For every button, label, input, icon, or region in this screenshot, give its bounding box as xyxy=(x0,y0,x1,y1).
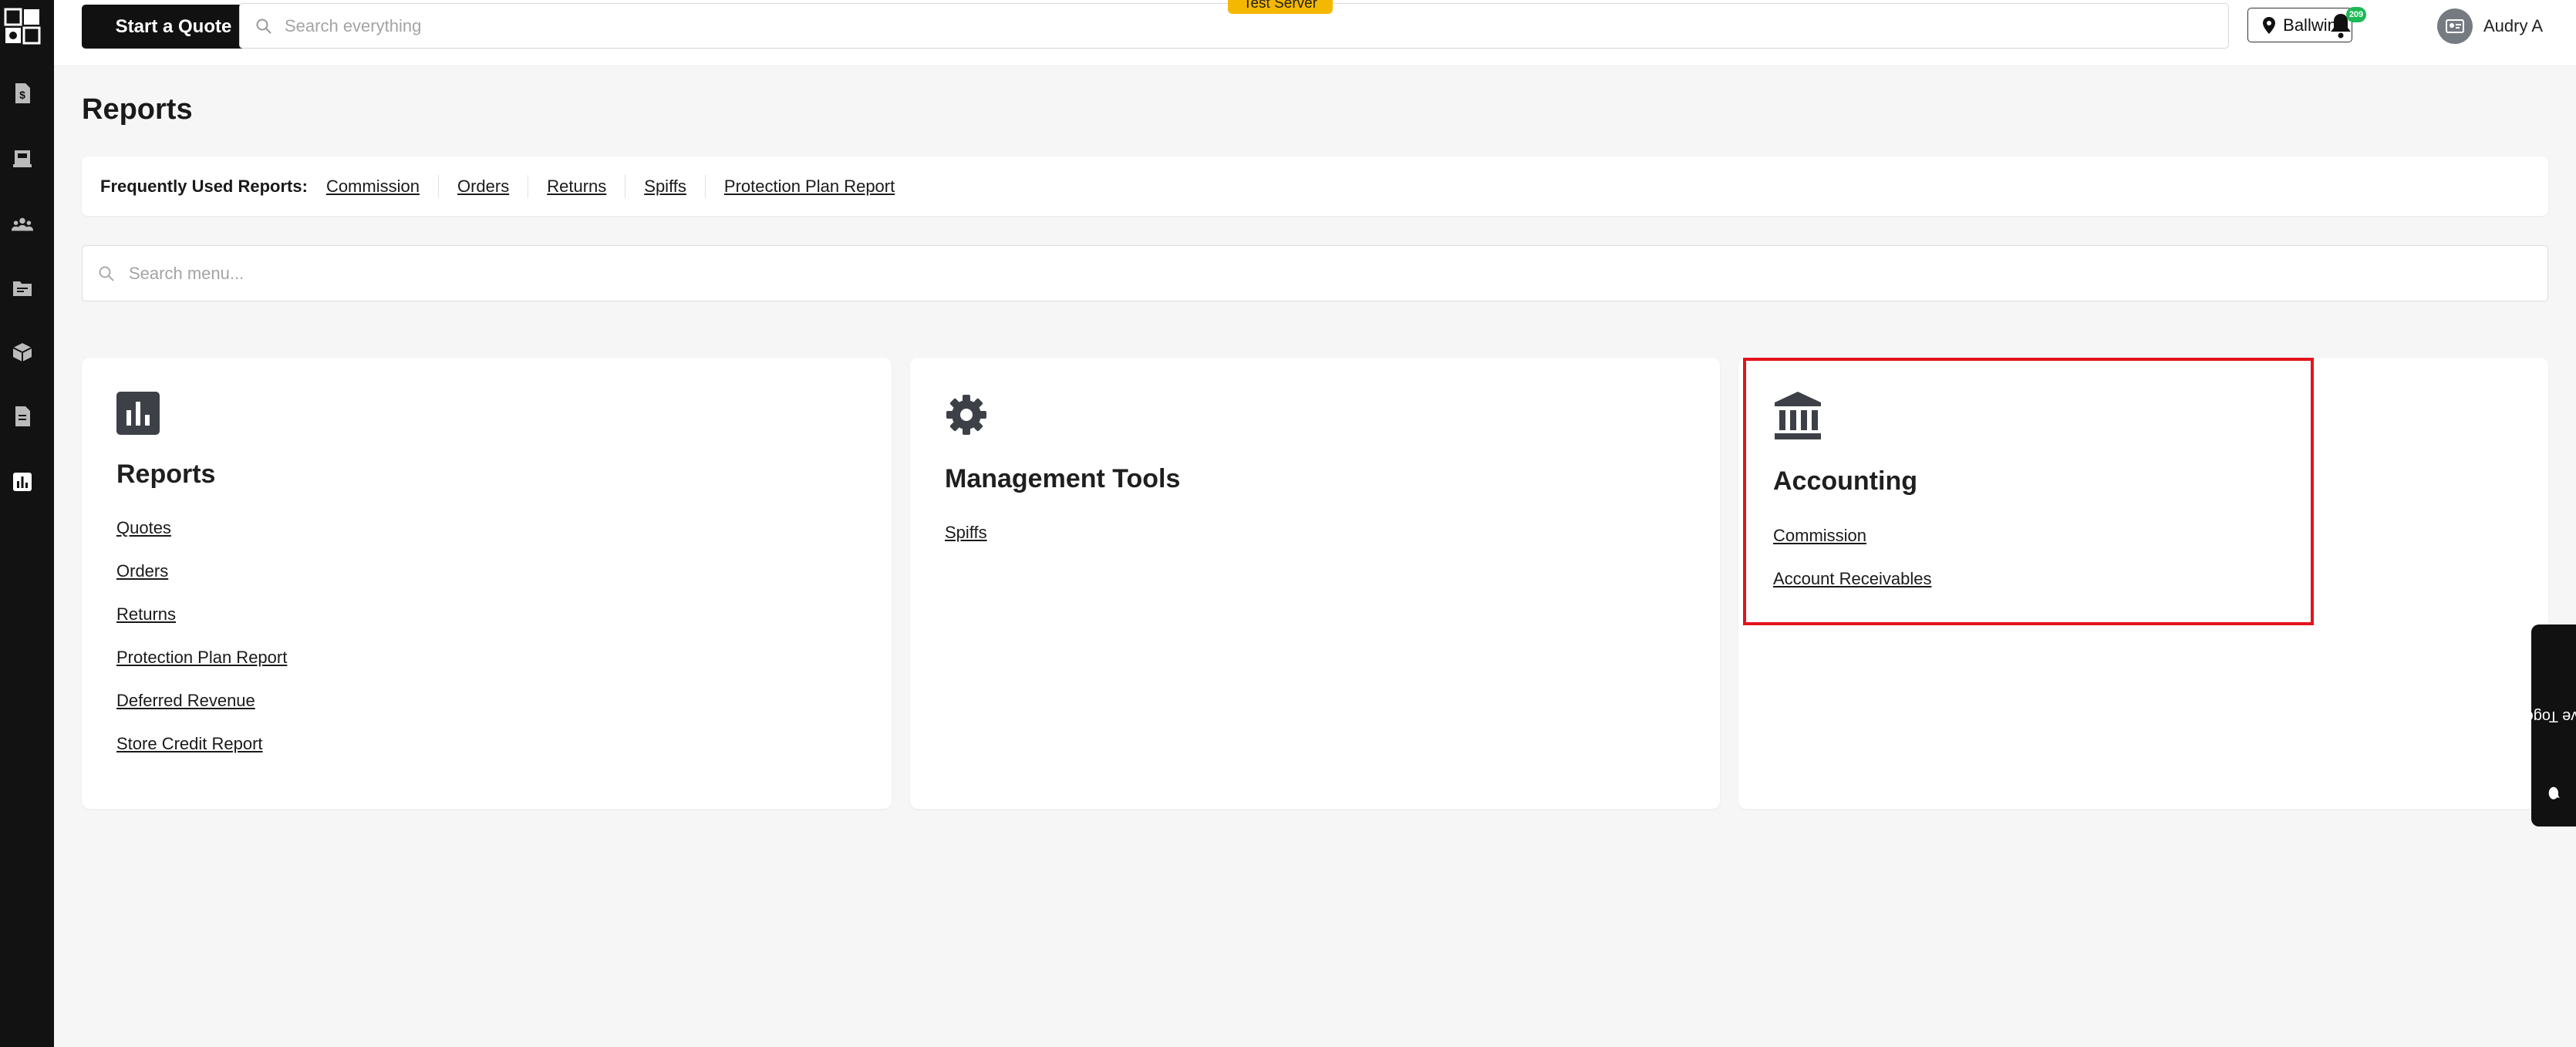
frequently-used-label: Frequently Used Reports: xyxy=(100,176,308,196)
card-title-reports: Reports xyxy=(116,460,216,489)
reports-chart-icon xyxy=(13,473,32,491)
link-commission[interactable]: Commission xyxy=(1773,526,1931,569)
link-quotes[interactable]: Quotes xyxy=(116,518,287,561)
card-title-accounting: Accounting xyxy=(1773,466,1917,496)
avatar xyxy=(2437,8,2473,44)
sidebar-item-files[interactable] xyxy=(12,278,33,299)
top-bar: Start a Quote Test Server Ballwin 209 Au… xyxy=(54,0,2576,66)
user-name: Audry A xyxy=(2483,16,2544,35)
sidebar-item-quotes[interactable]: $ xyxy=(12,82,33,104)
link-protection-plan-report[interactable]: Protection Plan Report xyxy=(116,648,287,691)
gear-icon xyxy=(946,395,986,435)
start-quote-button[interactable]: Start a Quote xyxy=(82,5,265,49)
sidebar-item-documents[interactable] xyxy=(12,406,33,427)
box-icon xyxy=(12,343,32,362)
bar-chart-icon xyxy=(116,392,160,435)
dollar-document-icon: $ xyxy=(15,83,30,103)
sidebar: $ xyxy=(0,0,54,1047)
card-title-management-tools: Management Tools xyxy=(945,464,1181,493)
user-card-icon xyxy=(2446,19,2464,33)
freq-link-spiffs[interactable]: Spiffs xyxy=(625,174,705,198)
link-returns[interactable]: Returns xyxy=(116,604,287,648)
freq-link-orders[interactable]: Orders xyxy=(437,174,528,198)
bank-icon xyxy=(1775,392,1821,439)
chat-icon xyxy=(2548,786,2560,800)
accounting-card: Accounting Commission Account Receivable… xyxy=(1738,358,2548,809)
menu-search-bar[interactable] xyxy=(82,245,2548,301)
improve-together-tab[interactable]: Improve Together ! xyxy=(2490,624,2576,826)
customers-icon xyxy=(12,217,33,231)
link-orders[interactable]: Orders xyxy=(116,561,287,604)
logo[interactable] xyxy=(4,6,42,45)
menu-search-input[interactable] xyxy=(129,258,2547,289)
global-search-input[interactable] xyxy=(285,10,2228,42)
folder-icon xyxy=(13,281,32,296)
svg-text:$: $ xyxy=(19,89,25,101)
sidebar-item-reports[interactable] xyxy=(12,471,33,493)
document-icon xyxy=(15,406,30,426)
freq-link-protection-plan-report[interactable]: Protection Plan Report xyxy=(704,174,913,198)
link-deferred-revenue[interactable]: Deferred Revenue xyxy=(116,691,287,734)
freq-link-returns[interactable]: Returns xyxy=(528,174,625,198)
reports-card: Reports Quotes Orders Returns Protection… xyxy=(82,358,892,809)
test-server-badge: Test Server xyxy=(1228,0,1333,14)
link-store-credit-report[interactable]: Store Credit Report xyxy=(116,734,287,777)
management-tools-card: Management Tools Spiffs xyxy=(910,358,1720,809)
sidebar-item-inventory[interactable] xyxy=(12,342,33,363)
improve-together-label: Improve Together ! xyxy=(2490,651,2576,800)
frequently-used-reports-bar: Frequently Used Reports: Commission Orde… xyxy=(82,157,2548,216)
register-icon xyxy=(13,150,32,167)
search-icon xyxy=(99,266,114,281)
map-pin-icon xyxy=(2263,16,2276,34)
sidebar-item-customers[interactable] xyxy=(12,214,33,235)
sidebar-item-register[interactable] xyxy=(12,148,33,170)
page-title: Reports xyxy=(82,93,193,126)
search-icon xyxy=(256,19,271,34)
link-spiffs[interactable]: Spiffs xyxy=(945,523,987,566)
link-account-receivables[interactable]: Account Receivables xyxy=(1773,569,1931,612)
notification-count-badge: 209 xyxy=(2346,7,2366,22)
improve-together-text: Improve Together ! xyxy=(2489,707,2576,725)
freq-link-commission[interactable]: Commission xyxy=(315,175,438,198)
user-menu[interactable]: Audry A xyxy=(2437,8,2543,45)
